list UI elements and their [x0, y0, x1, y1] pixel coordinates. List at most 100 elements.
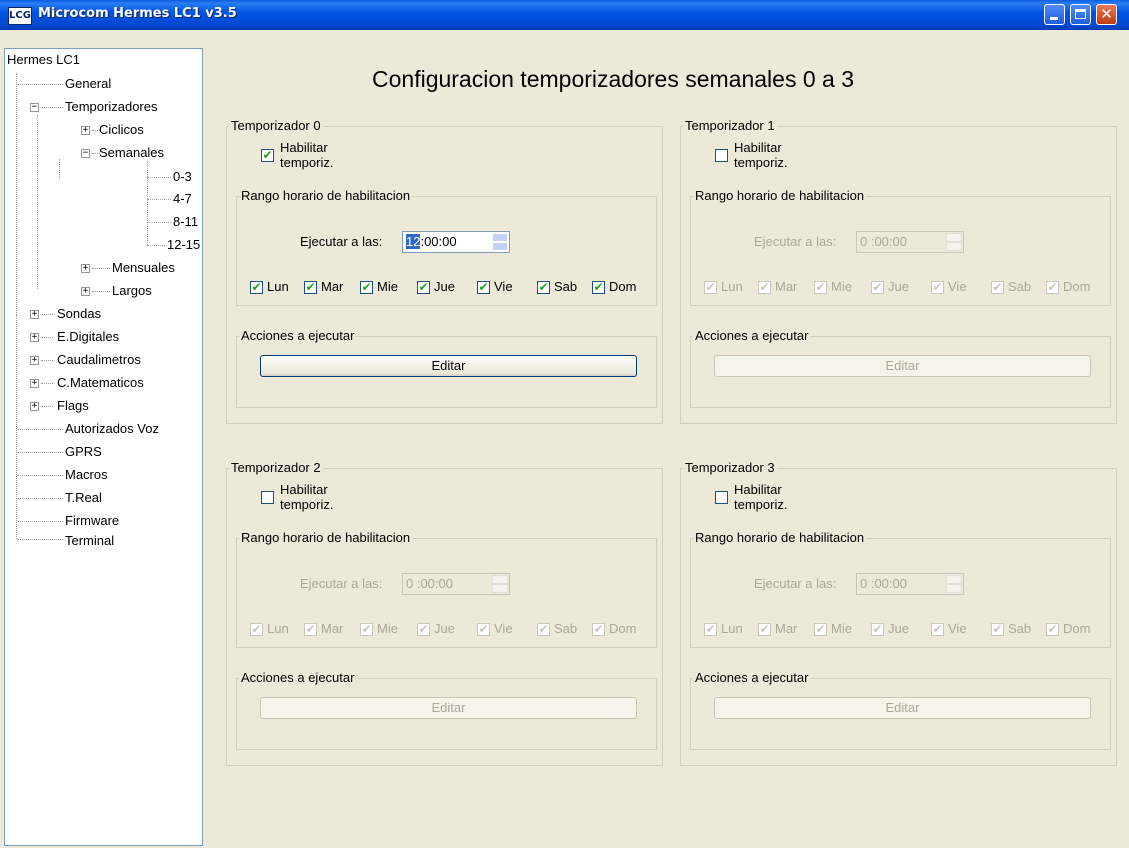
day-checkbox-vie[interactable]: ✔	[477, 623, 490, 636]
day-checkbox-mie[interactable]: ✔	[814, 623, 827, 636]
day-checkbox-lun[interactable]: ✔	[704, 623, 717, 636]
spinner-buttons[interactable]	[946, 233, 962, 251]
day-checkbox-jue[interactable]: ✔	[871, 623, 884, 636]
day-checkbox-jue[interactable]: ✔	[417, 623, 430, 636]
day-checkbox-dom[interactable]: ✔	[1046, 281, 1059, 294]
tree-item-flags[interactable]: Flags	[57, 395, 89, 417]
spinner-down-arrow-icon[interactable]	[946, 584, 962, 593]
time-hour-selected[interactable]: 12	[406, 234, 421, 249]
day-checkbox-jue[interactable]: ✔	[871, 281, 884, 294]
edit-actions-button[interactable]: Editar	[260, 697, 637, 719]
tree-item-firmware[interactable]: Firmware	[65, 510, 119, 532]
expand-icon[interactable]: +	[30, 333, 39, 342]
time-minutes-seconds[interactable]: 0 :00:00	[860, 576, 907, 591]
spinner-up-arrow-icon[interactable]	[946, 233, 962, 242]
tree-item-caudalimetros[interactable]: Caudalimetros	[57, 349, 141, 371]
time-value[interactable]: 12:00:00	[406, 234, 457, 249]
expand-icon[interactable]: +	[81, 287, 90, 296]
day-checkbox-sab[interactable]: ✔	[537, 281, 550, 294]
tree-item-4-7[interactable]: 4-7	[173, 188, 192, 210]
tree-item-mensuales[interactable]: Mensuales	[112, 257, 175, 279]
collapse-icon[interactable]: −	[30, 103, 39, 112]
day-checkbox-mie[interactable]: ✔	[814, 281, 827, 294]
edit-actions-button[interactable]: Editar	[714, 355, 1091, 377]
day-checkbox-dom[interactable]: ✔	[592, 623, 605, 636]
day-checkbox-mar[interactable]: ✔	[758, 623, 771, 636]
enable-timer-checkbox[interactable]	[261, 491, 274, 504]
day-checkbox-sab[interactable]: ✔	[991, 623, 1004, 636]
day-checkbox-sab[interactable]: ✔	[991, 281, 1004, 294]
title-bar[interactable]: LCG Microcom Hermes LC1 v3.5 ✕	[0, 0, 1129, 30]
spinner-down-arrow-icon[interactable]	[492, 584, 508, 593]
day-checkbox-dom[interactable]: ✔	[1046, 623, 1059, 636]
day-checkbox-lun[interactable]: ✔	[250, 281, 263, 294]
day-checkbox-mie[interactable]: ✔	[360, 281, 373, 294]
tree-item-0-3[interactable]: 0-3	[173, 166, 192, 188]
day-checkbox-mar[interactable]: ✔	[304, 281, 317, 294]
day-checkbox-vie[interactable]: ✔	[931, 623, 944, 636]
day-checkbox-mar[interactable]: ✔	[758, 281, 771, 294]
time-value[interactable]: 0 :00:00	[406, 577, 453, 591]
time-spinner[interactable]: 0 :00:00	[402, 573, 510, 595]
tree-item-macros[interactable]: Macros	[65, 464, 108, 486]
navigation-tree[interactable]: Hermes LC1 General − Temporizadores + Ci…	[4, 48, 203, 846]
day-checkbox-sab[interactable]: ✔	[537, 623, 550, 636]
day-checkbox-mie[interactable]: ✔	[360, 623, 373, 636]
tree-item-semanales[interactable]: Semanales	[99, 142, 164, 164]
tree-item-root[interactable]: Hermes LC1	[7, 49, 80, 71]
spinner-down-arrow-icon[interactable]	[492, 242, 508, 251]
enable-timer-checkbox[interactable]	[715, 149, 728, 162]
time-minutes-seconds[interactable]: 0 :00:00	[860, 234, 907, 249]
spinner-down-arrow-icon[interactable]	[946, 242, 962, 251]
expand-icon[interactable]: +	[81, 264, 90, 273]
spinner-buttons[interactable]	[946, 575, 962, 593]
expand-icon[interactable]: +	[30, 356, 39, 365]
tree-item-terminal[interactable]: Terminal	[65, 530, 114, 552]
tree-item-general[interactable]: General	[65, 73, 111, 95]
spinner-up-arrow-icon[interactable]	[492, 233, 508, 242]
time-minutes-seconds[interactable]: :00:00	[420, 234, 456, 249]
day-checkbox-jue[interactable]: ✔	[417, 281, 430, 294]
day-label-mar: Mar	[775, 279, 798, 294]
time-spinner[interactable]: 0 :00:00	[856, 573, 964, 595]
tree-item-temporizadores[interactable]: Temporizadores	[65, 96, 158, 118]
time-value[interactable]: 0 :00:00	[860, 577, 907, 591]
tree-item-largos[interactable]: Largos	[112, 280, 152, 302]
time-spinner[interactable]: 0 :00:00	[856, 231, 964, 253]
tree-item-cmatematicos[interactable]: C.Matematicos	[57, 372, 144, 394]
maximize-button[interactable]	[1070, 4, 1091, 25]
edit-actions-button[interactable]: Editar	[714, 697, 1091, 719]
spinner-up-arrow-icon[interactable]	[492, 575, 508, 584]
day-checkbox-vie[interactable]: ✔	[477, 281, 490, 294]
tree-item-ciclicos[interactable]: Ciclicos	[99, 119, 144, 141]
tree-item-sondas[interactable]: Sondas	[57, 303, 101, 325]
enable-timer-checkbox[interactable]	[715, 491, 728, 504]
panel-splitter[interactable]	[205, 44, 211, 848]
expand-icon[interactable]: +	[30, 379, 39, 388]
day-checkbox-mar[interactable]: ✔	[304, 623, 317, 636]
expand-icon[interactable]: +	[30, 402, 39, 411]
minimize-button[interactable]	[1044, 4, 1065, 25]
tree-item-8-11[interactable]: 8-11	[173, 211, 198, 233]
spinner-up-arrow-icon[interactable]	[946, 575, 962, 584]
spinner-buttons[interactable]	[492, 233, 508, 251]
expand-icon[interactable]: +	[81, 126, 90, 135]
edit-actions-button[interactable]: Editar	[260, 355, 637, 377]
time-minutes-seconds[interactable]: 0 :00:00	[406, 576, 453, 591]
time-spinner[interactable]: 12:00:00	[402, 231, 510, 253]
enable-timer-checkbox[interactable]: ✔	[261, 149, 274, 162]
tree-item-treal[interactable]: T.Real	[65, 487, 102, 509]
day-checkbox-dom[interactable]: ✔	[592, 281, 605, 294]
time-value[interactable]: 0 :00:00	[860, 235, 907, 249]
day-checkbox-lun[interactable]: ✔	[704, 281, 717, 294]
tree-item-gprs[interactable]: GPRS	[65, 441, 102, 463]
spinner-buttons[interactable]	[492, 575, 508, 593]
day-checkbox-vie[interactable]: ✔	[931, 281, 944, 294]
day-checkbox-lun[interactable]: ✔	[250, 623, 263, 636]
collapse-icon[interactable]: −	[81, 149, 90, 158]
tree-item-edigitales[interactable]: E.Digitales	[57, 326, 119, 348]
close-button[interactable]: ✕	[1096, 4, 1117, 25]
tree-item-autorizados-voz[interactable]: Autorizados Voz	[65, 418, 159, 440]
expand-icon[interactable]: +	[30, 310, 39, 319]
tree-item-12-15[interactable]: 12-15	[167, 234, 200, 256]
